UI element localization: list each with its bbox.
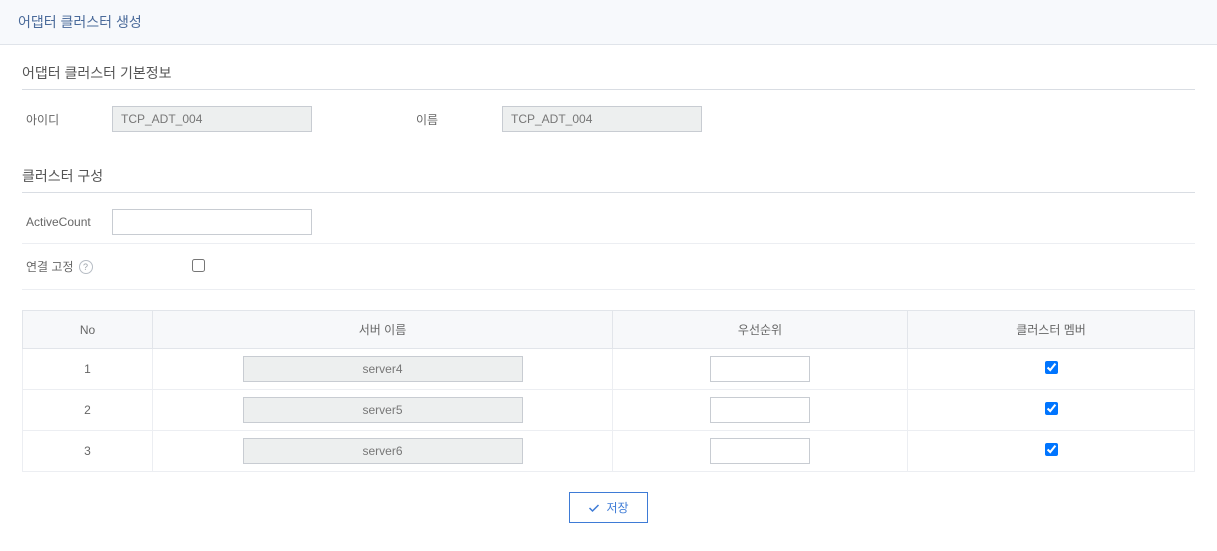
check-icon	[588, 502, 600, 514]
cell-priority	[613, 349, 908, 390]
col-header-member: 클러스터 멤버	[908, 311, 1195, 349]
table-row: 2	[23, 390, 1195, 431]
name-input	[502, 106, 702, 132]
cell-priority	[613, 390, 908, 431]
active-count-label: ActiveCount	[22, 215, 112, 229]
col-header-priority: 우선순위	[613, 311, 908, 349]
server-table: No 서버 이름 우선순위 클러스터 멤버 123	[22, 310, 1195, 472]
cluster-config-title: 클러스터 구성	[22, 166, 1195, 193]
priority-input[interactable]	[710, 356, 810, 382]
cell-server	[153, 349, 613, 390]
cell-server	[153, 431, 613, 472]
name-label: 이름	[412, 111, 502, 128]
fixed-connection-row: 연결 고정 ?	[22, 243, 1195, 290]
fixed-connection-checkbox-cell	[192, 259, 205, 275]
member-checkbox[interactable]	[1045, 443, 1058, 456]
table-row: 3	[23, 431, 1195, 472]
id-field-block: 아이디	[22, 106, 312, 132]
active-count-input[interactable]	[112, 209, 312, 235]
fixed-connection-checkbox[interactable]	[192, 259, 205, 272]
content-area: 어댑터 클러스터 기본정보 아이디 이름 클러스터 구성 ActiveCount…	[0, 45, 1217, 551]
name-field-block: 이름	[412, 106, 702, 132]
table-row: 1	[23, 349, 1195, 390]
save-button-label: 저장	[606, 499, 628, 516]
cell-member	[908, 390, 1195, 431]
active-count-row: ActiveCount	[22, 205, 1195, 243]
page-title: 어댑터 클러스터 생성	[18, 12, 1199, 32]
page-header: 어댑터 클러스터 생성	[0, 0, 1217, 45]
server-name-input	[243, 438, 523, 464]
fixed-connection-label: 연결 고정	[26, 258, 74, 275]
cluster-config-section: 클러스터 구성 ActiveCount 연결 고정 ?	[22, 166, 1195, 290]
basic-info-section: 어댑터 클러스터 기본정보 아이디 이름	[22, 63, 1195, 146]
col-header-no: No	[23, 311, 153, 349]
table-header-row: No 서버 이름 우선순위 클러스터 멤버	[23, 311, 1195, 349]
col-header-server: 서버 이름	[153, 311, 613, 349]
cell-no: 1	[23, 349, 153, 390]
member-checkbox[interactable]	[1045, 402, 1058, 415]
id-input	[112, 106, 312, 132]
server-name-input	[243, 356, 523, 382]
cell-server	[153, 390, 613, 431]
cell-priority	[613, 431, 908, 472]
fixed-connection-label-wrap: 연결 고정 ?	[22, 258, 192, 275]
cell-no: 2	[23, 390, 153, 431]
priority-input[interactable]	[710, 438, 810, 464]
cell-member	[908, 349, 1195, 390]
priority-input[interactable]	[710, 397, 810, 423]
id-label: 아이디	[22, 111, 112, 128]
cell-member	[908, 431, 1195, 472]
cell-no: 3	[23, 431, 153, 472]
help-icon[interactable]: ?	[79, 260, 93, 274]
basic-info-row: 아이디 이름	[22, 102, 1195, 146]
basic-info-title: 어댑터 클러스터 기본정보	[22, 63, 1195, 90]
footer-actions: 저장	[22, 472, 1195, 533]
server-name-input	[243, 397, 523, 423]
member-checkbox[interactable]	[1045, 361, 1058, 374]
save-button[interactable]: 저장	[569, 492, 647, 523]
